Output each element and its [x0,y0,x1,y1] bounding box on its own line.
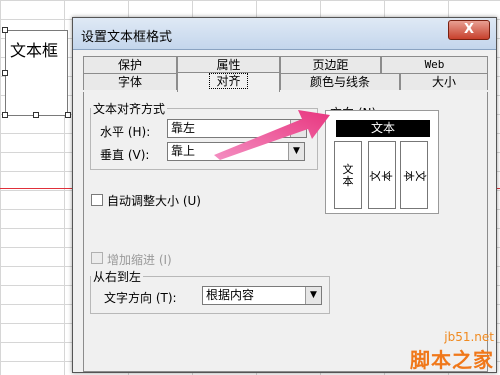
textbox-shape[interactable]: 文本框 [5,30,68,116]
resize-handle[interactable] [33,112,39,118]
close-button[interactable]: X [448,20,490,40]
vertical-label: 垂直 (V): [100,148,150,162]
textbox-text: 文本框 [10,41,59,60]
tab-alignment[interactable]: 对齐 [177,72,280,92]
tab-protect[interactable]: 保护 [83,56,177,73]
right-to-left-legend: 从右到左 [93,270,142,284]
horizontal-label: 水平 (H): [100,125,151,139]
horizontal-value: 靠左 [171,121,196,135]
increase-indent-checkbox[interactable] [91,252,103,264]
autosize-checkbox[interactable] [91,194,103,206]
text-direction-value: 根据内容 [206,288,255,302]
tab-web[interactable]: Web [381,56,488,73]
tab-margins[interactable]: 页边距 [280,56,381,73]
text-alignment-legend: 文本对齐方式 [93,102,166,116]
watermark-name: 脚本之家 [410,348,494,372]
orientation-horizontal-option[interactable]: 文本 [336,120,430,137]
site-watermark: jb51.net 脚本之家 [410,330,494,373]
pointer-arrow-icon [214,110,330,160]
resize-handle[interactable] [2,27,8,33]
orientation-rotate-down-option[interactable]: 文本 [400,141,428,209]
watermark-url: jb51.net [444,330,494,344]
autosize-label: 自动调整大小 (U) [107,194,201,208]
tab-properties[interactable]: 属性 [177,56,280,73]
vertical-value: 靠上 [171,144,196,158]
tab-colors-lines[interactable]: 颜色与线条 [280,73,400,90]
chevron-down-icon[interactable]: ▼ [305,287,321,304]
text-direction-label: 文字方向 (T): [104,291,177,305]
resize-handle[interactable] [2,70,8,76]
resize-handle[interactable] [65,112,71,118]
dialog-title: 设置文本框格式 [81,30,173,45]
orientation-group: 文本 文本 文本 文本 [325,110,439,214]
increase-indent-label: 增加缩进 (I) [107,253,172,267]
orientation-vertical-option[interactable]: 文本 [334,141,362,209]
tab-font[interactable]: 字体 [83,73,177,90]
resize-handle[interactable] [2,112,8,118]
orientation-rotate-up-option[interactable]: 文本 [368,141,396,209]
title-bar[interactable]: 设置文本框格式 X [73,18,496,50]
text-direction-select[interactable]: 根据内容 ▼ [202,286,322,305]
tab-size[interactable]: 大小 [400,73,488,90]
